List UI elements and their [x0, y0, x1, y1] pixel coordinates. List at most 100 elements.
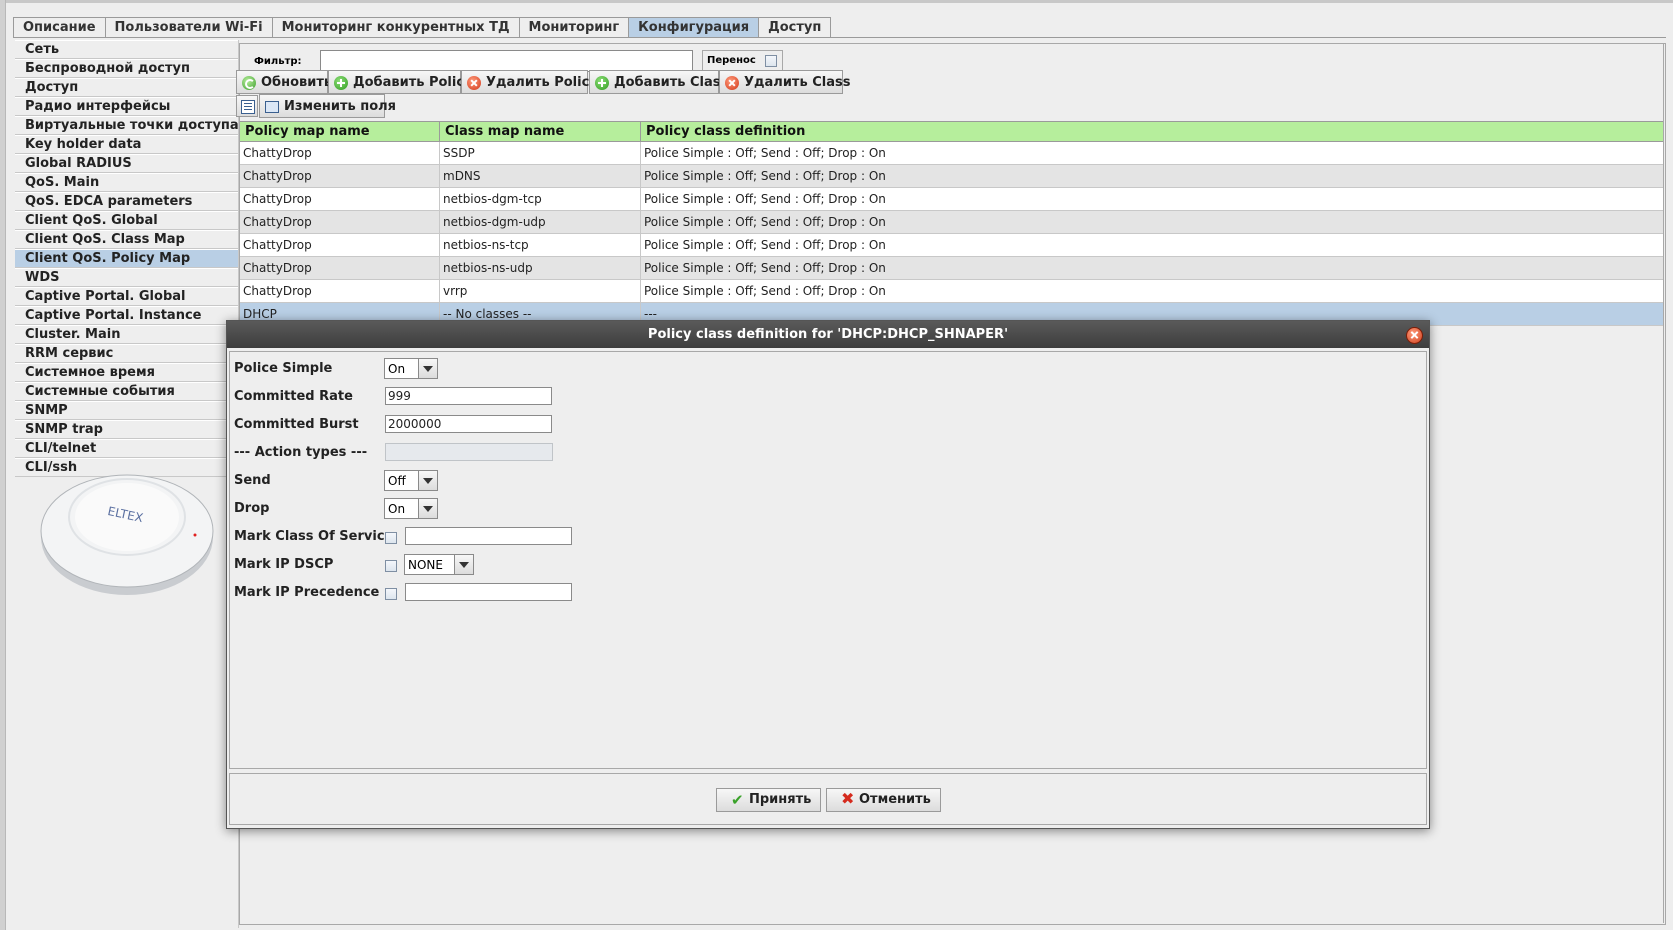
- cell-policy-class-definition: Police Simple : Off; Send : Off; Drop : …: [641, 234, 1664, 256]
- sidebar-item-system-time[interactable]: Системное время: [15, 363, 238, 382]
- sidebar-item-client-qos-class-map[interactable]: Client QoS. Class Map: [15, 230, 238, 249]
- chevron-down-icon[interactable]: [418, 499, 437, 518]
- accept-button[interactable]: ✔ Принять: [716, 788, 821, 812]
- drop-label: Drop: [234, 501, 270, 516]
- policy-class-definition-dialog: Policy class definition for 'DHCP:DHCP_S…: [226, 320, 1430, 829]
- sidebar-item-client-qos-global[interactable]: Client QoS. Global: [15, 211, 238, 230]
- tab-competitor-ap-monitoring[interactable]: Мониторинг конкурентных ТД: [271, 17, 520, 37]
- chevron-down-icon[interactable]: [454, 555, 473, 574]
- policy-map-table: Policy map name Class map name Policy cl…: [240, 121, 1664, 326]
- sidebar-item-qos-edca[interactable]: QoS. EDCA parameters: [15, 192, 238, 211]
- table-row[interactable]: ChattyDrop vrrp Police Simple : Off; Sen…: [240, 280, 1664, 303]
- wrap-toggle[interactable]: Перенос: [702, 50, 783, 72]
- sidebar-item-wds[interactable]: WDS: [15, 268, 238, 287]
- close-icon[interactable]: [1406, 327, 1423, 344]
- mark-cos-checkbox[interactable]: [385, 532, 397, 544]
- tab-wifi-users[interactable]: Пользователи Wi-Fi: [104, 17, 273, 37]
- mark-dscp-select[interactable]: NONE: [404, 554, 474, 575]
- cell-policy-map-name: ChattyDrop: [240, 280, 440, 302]
- chevron-down-icon[interactable]: [418, 471, 437, 490]
- wrap-checkbox[interactable]: [765, 55, 777, 67]
- sidebar-item-global-radius[interactable]: Global RADIUS: [15, 154, 238, 173]
- check-icon: ✔: [731, 791, 744, 809]
- sidebar-item-captive-portal-instance[interactable]: Captive Portal. Instance: [15, 306, 238, 325]
- cell-class-map-name: vrrp: [440, 280, 641, 302]
- refresh-icon: [242, 76, 256, 90]
- delete-class-button[interactable]: Удалить Class: [719, 70, 850, 94]
- mark-precedence-checkbox[interactable]: [385, 588, 397, 600]
- tab-monitoring[interactable]: Мониторинг: [518, 17, 630, 37]
- sidebar-item-captive-portal-global[interactable]: Captive Portal. Global: [15, 287, 238, 306]
- columns-list-button[interactable]: [236, 95, 258, 117]
- cell-policy-map-name: ChattyDrop: [240, 211, 440, 233]
- cell-policy-class-definition: Police Simple : Off; Send : Off; Drop : …: [641, 280, 1664, 302]
- sidebar-item-system-events[interactable]: Системные события: [15, 382, 238, 401]
- police-simple-label: Police Simple: [234, 361, 333, 376]
- sidebar: Сеть Беспроводной доступ Доступ Радио ин…: [15, 40, 239, 928]
- delete-icon: [725, 76, 739, 90]
- sidebar-item-rrm-service[interactable]: RRM сервис: [15, 344, 238, 363]
- mark-dscp-checkbox[interactable]: [385, 560, 397, 572]
- dialog-form: Police Simple On Committed Rate 999 Comm…: [229, 351, 1427, 769]
- drop-select[interactable]: On: [384, 498, 438, 519]
- delete-policy-button[interactable]: Удалить Policy: [461, 70, 598, 94]
- table-row[interactable]: ChattyDrop SSDP Police Simple : Off; Sen…: [240, 142, 1664, 165]
- filter-label: Фильтр:: [254, 56, 302, 67]
- table-row[interactable]: ChattyDrop mDNS Police Simple : Off; Sen…: [240, 165, 1664, 188]
- edit-fields-button[interactable]: Изменить поля: [259, 94, 396, 118]
- sidebar-item-cluster-main[interactable]: Cluster. Main: [15, 325, 238, 344]
- tab-configuration[interactable]: Конфигурация: [628, 17, 760, 37]
- cell-policy-map-name: ChattyDrop: [240, 142, 440, 164]
- mark-precedence-input[interactable]: [405, 583, 572, 601]
- sidebar-item-access[interactable]: Доступ: [15, 78, 238, 97]
- access-point-device-image: ELTEX: [40, 474, 214, 595]
- list-icon: [241, 100, 255, 114]
- refresh-button[interactable]: Обновить: [236, 70, 332, 94]
- tab-description[interactable]: Описание: [13, 17, 106, 37]
- sidebar-item-client-qos-policy-map[interactable]: Client QoS. Policy Map: [15, 249, 238, 268]
- column-header-policy-map-name[interactable]: Policy map name: [240, 122, 440, 141]
- filter-input[interactable]: [320, 50, 693, 72]
- table-row[interactable]: ChattyDrop netbios-dgm-udp Police Simple…: [240, 211, 1664, 234]
- committed-burst-input[interactable]: 2000000: [385, 415, 552, 433]
- cell-class-map-name: netbios-dgm-udp: [440, 211, 641, 233]
- cell-class-map-name: mDNS: [440, 165, 641, 187]
- mark-precedence-label: Mark IP Precedence: [234, 585, 380, 600]
- committed-rate-label: Committed Rate: [234, 389, 353, 404]
- sidebar-item-radio-interfaces[interactable]: Радио интерфейсы: [15, 97, 238, 116]
- sidebar-item-key-holder-data[interactable]: Key holder data: [15, 135, 238, 154]
- sidebar-item-qos-main[interactable]: QoS. Main: [15, 173, 238, 192]
- dialog-title-bar[interactable]: Policy class definition for 'DHCP:DHCP_S…: [227, 321, 1429, 348]
- column-header-class-map-name[interactable]: Class map name: [440, 122, 641, 141]
- cell-class-map-name: netbios-dgm-tcp: [440, 188, 641, 210]
- add-icon: [334, 76, 348, 90]
- main-tabs: Описание Пользователи Wi-Fi Мониторинг к…: [13, 17, 832, 37]
- sidebar-item-snmp[interactable]: SNMP: [15, 401, 238, 420]
- mark-cos-input[interactable]: [405, 527, 572, 545]
- add-policy-button[interactable]: Добавить Policy: [328, 70, 473, 94]
- committed-rate-input[interactable]: 999: [385, 387, 552, 405]
- add-class-button[interactable]: Добавить Class: [589, 70, 728, 94]
- police-simple-select[interactable]: On: [384, 358, 438, 379]
- table-row[interactable]: ChattyDrop netbios-dgm-tcp Police Simple…: [240, 188, 1664, 211]
- table-row[interactable]: ChattyDrop netbios-ns-tcp Police Simple …: [240, 234, 1664, 257]
- sidebar-item-virtual-aps[interactable]: Виртуальные точки доступа: [15, 116, 238, 135]
- table-row[interactable]: ChattyDrop netbios-ns-udp Police Simple …: [240, 257, 1664, 280]
- cell-policy-map-name: ChattyDrop: [240, 188, 440, 210]
- cell-policy-class-definition: Police Simple : Off; Send : Off; Drop : …: [641, 188, 1664, 210]
- dialog-title: Policy class definition for 'DHCP:DHCP_S…: [647, 327, 1009, 342]
- cell-policy-map-name: ChattyDrop: [240, 257, 440, 279]
- cell-policy-class-definition: Police Simple : Off; Send : Off; Drop : …: [641, 165, 1664, 187]
- cell-policy-class-definition: Police Simple : Off; Send : Off; Drop : …: [641, 257, 1664, 279]
- sidebar-item-wireless-access[interactable]: Беспроводной доступ: [15, 59, 238, 78]
- sidebar-item-network[interactable]: Сеть: [15, 40, 238, 59]
- cancel-button[interactable]: ✖ Отменить: [826, 788, 941, 812]
- sidebar-item-snmp-trap[interactable]: SNMP trap: [15, 420, 238, 439]
- sidebar-item-cli-telnet[interactable]: CLI/telnet: [15, 439, 238, 458]
- chevron-down-icon[interactable]: [418, 359, 437, 378]
- send-select[interactable]: Off: [384, 470, 438, 491]
- tab-access[interactable]: Доступ: [758, 17, 832, 37]
- cell-policy-class-definition: Police Simple : Off; Send : Off; Drop : …: [641, 142, 1664, 164]
- cancel-icon: ✖: [841, 789, 855, 808]
- column-header-policy-class-definition[interactable]: Policy class definition: [641, 122, 1664, 141]
